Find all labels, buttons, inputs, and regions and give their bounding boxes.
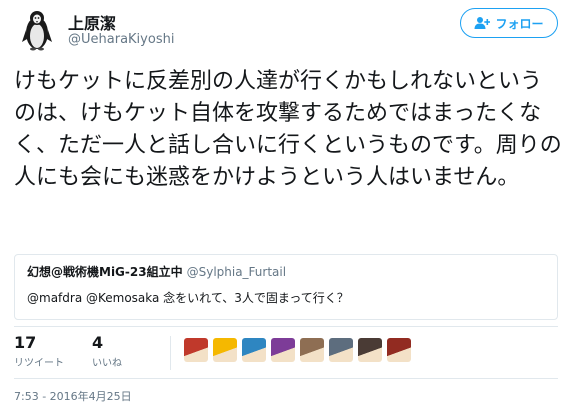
quoted-tweet[interactable]: 幻想@戦術機MiG-23組立中 @Sylphia_Furtail @mafdra … (14, 254, 558, 320)
liker-avatar-2[interactable] (213, 338, 237, 362)
like-count: 4 (92, 333, 104, 352)
tweet-card: 上原潔 @UeharaKiyoshi フォロー けもケットに反差別の人達が行くか… (0, 0, 572, 409)
liker-avatar-3[interactable] (242, 338, 266, 362)
penguin-avatar-icon (14, 6, 60, 52)
stats-bottom-divider (14, 378, 558, 379)
tweet-timestamp[interactable]: 7:53 - 2016年4月25日 (14, 388, 132, 404)
liker-avatar-6[interactable] (329, 338, 353, 362)
liker-avatar-5[interactable] (300, 338, 324, 362)
liker-avatar-4[interactable] (271, 338, 295, 362)
author-name[interactable]: 上原潔 (68, 10, 116, 34)
stats-separator (170, 336, 171, 370)
liker-avatar-1[interactable] (184, 338, 208, 362)
like-stat[interactable]: 4 いいね (92, 333, 122, 370)
liker-avatars (184, 338, 411, 362)
quoted-author-handle: @Sylphia_Furtail (186, 265, 287, 279)
author-avatar[interactable] (14, 6, 60, 52)
stats-top-divider (14, 326, 558, 327)
follow-button[interactable]: フォロー (460, 8, 558, 38)
like-label: いいね (92, 358, 122, 369)
retweet-count: 17 (14, 333, 37, 352)
author-handle[interactable]: @UeharaKiyoshi (68, 32, 174, 47)
retweet-label: リツイート (14, 358, 64, 369)
retweet-stat[interactable]: 17 リツイート (14, 333, 64, 370)
quoted-author-name: 幻想@戦術機MiG-23組立中 (27, 265, 183, 279)
tweet-text: けもケットに反差別の人達が行くかもしれないというのは、けもケット自体を攻撃するた… (14, 69, 562, 190)
liker-avatar-8[interactable] (387, 338, 411, 362)
add-user-icon (474, 17, 491, 29)
follow-button-label: フォロー (495, 16, 544, 31)
liker-avatar-7[interactable] (358, 338, 382, 362)
quoted-tweet-text: @mafdra @Kemosaka 念をいれて、3人で固まって行く？ (27, 291, 349, 305)
quoted-tweet-header: 幻想@戦術機MiG-23組立中 @Sylphia_Furtail (27, 263, 286, 280)
